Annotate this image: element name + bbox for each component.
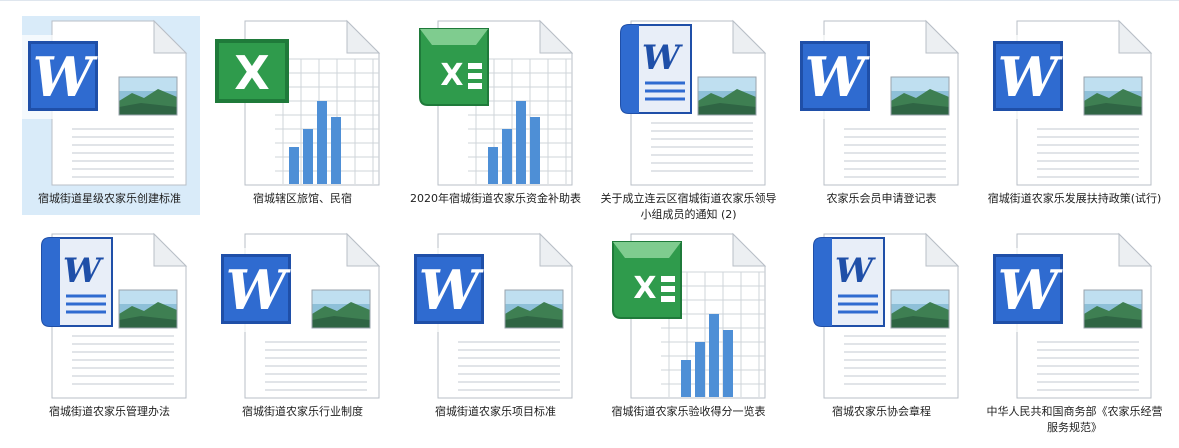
svg-text:W: W [834, 251, 875, 291]
word-document-icon: W [20, 232, 200, 400]
file-name-label: 宿城辖区旅馆、民宿 [253, 192, 352, 205]
file-name-label: 宿城街道农家乐项目标准 [435, 405, 556, 418]
svg-text:W: W [997, 258, 1063, 322]
svg-text:W: W [62, 251, 103, 291]
svg-text:W: W [804, 45, 870, 109]
file-item[interactable]: X 2020年宿城街道农家乐资金补助表 [399, 16, 592, 229]
svg-text:X: X [234, 46, 269, 100]
file-item[interactable]: W 宿城农家乐协会章程 [785, 229, 978, 442]
file-item[interactable]: W 宿城街道星级农家乐创建标准 [13, 16, 206, 229]
svg-text:X: X [633, 271, 656, 306]
word-document-icon: W [599, 19, 779, 187]
file-name-label: 宿城街道农家乐管理办法 [49, 405, 170, 418]
word-document-icon: W [406, 232, 586, 400]
file-item[interactable]: W 宿城街道农家乐发展扶持政策(试行) [978, 16, 1171, 229]
word-document-icon: W [20, 19, 200, 187]
file-grid: W 宿城街道星级农家乐创建标准 X 宿城辖区旅馆、民宿 X 2020年宿城街道农家乐… [13, 16, 1173, 442]
file-item[interactable]: W 宿城街道农家乐项目标准 [399, 229, 592, 442]
svg-text:W: W [641, 38, 682, 78]
file-name-label: 宿城街道农家乐验收得分一览表 [611, 405, 766, 418]
word-document-icon: W [792, 19, 972, 187]
word-document-icon: W [985, 19, 1165, 187]
file-name-label: 农家乐会员申请登记表 [826, 192, 937, 205]
file-name-label: 中华人民共和国商务部《农家乐经营服务规范》 [986, 405, 1163, 434]
svg-text:W: W [418, 258, 484, 322]
file-name-label: 关于成立连云区宿城街道农家乐领导小组成员的通知 (2) [600, 192, 777, 221]
excel-spreadsheet-icon: X [599, 232, 779, 400]
file-name-label: 宿城农家乐协会章程 [832, 405, 931, 418]
file-item[interactable]: X 宿城街道农家乐验收得分一览表 [592, 229, 785, 442]
excel-spreadsheet-icon: X [406, 19, 586, 187]
file-item[interactable]: W 宿城街道农家乐行业制度 [206, 229, 399, 442]
word-document-icon: W [985, 232, 1165, 400]
word-document-icon: W [213, 232, 393, 400]
file-item[interactable]: W 农家乐会员申请登记表 [785, 16, 978, 229]
window-top-border [0, 0, 1179, 1]
file-name-label: 宿城街道星级农家乐创建标准 [38, 192, 181, 205]
file-item[interactable]: W 宿城街道农家乐管理办法 [13, 229, 206, 442]
file-item[interactable]: X 宿城辖区旅馆、民宿 [206, 16, 399, 229]
svg-text:X: X [440, 58, 463, 93]
svg-text:W: W [997, 45, 1063, 109]
word-document-icon: W [792, 232, 972, 400]
excel-spreadsheet-icon: X [213, 19, 393, 187]
file-item[interactable]: W 关于成立连云区宿城街道农家乐领导小组成员的通知 (2) [592, 16, 785, 229]
file-name-label: 2020年宿城街道农家乐资金补助表 [410, 192, 581, 205]
svg-text:W: W [225, 258, 291, 322]
file-name-label: 宿城街道农家乐发展扶持政策(试行) [987, 192, 1162, 205]
file-item[interactable]: W 中华人民共和国商务部《农家乐经营服务规范》 [978, 229, 1171, 442]
svg-text:W: W [32, 45, 98, 109]
file-name-label: 宿城街道农家乐行业制度 [242, 405, 363, 418]
